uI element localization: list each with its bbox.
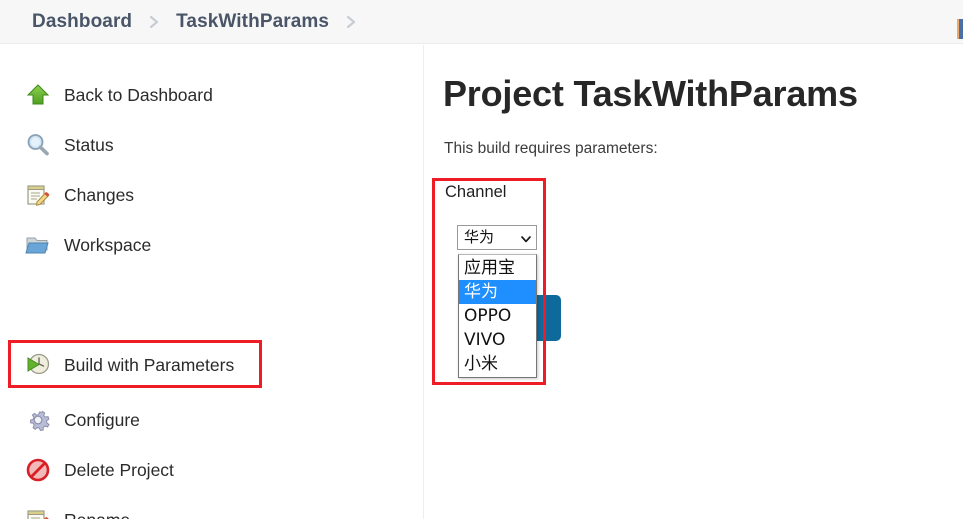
sidebar-item-label: Delete Project: [64, 459, 174, 480]
sidebar-item-label: Rename: [64, 510, 130, 519]
chevron-right-icon-2: [331, 16, 371, 28]
magnifier-icon: [22, 129, 54, 161]
sidebar-item-label: Build with Parameters: [64, 354, 235, 375]
sidebar-item-back-to-dashboard[interactable]: Back to Dashboard: [0, 75, 213, 115]
jenkins-project-page: Dashboard TaskWithParams Back to Dashboa…: [0, 0, 963, 519]
channel-select-value: 华为: [464, 228, 495, 246]
sidebar-item-status[interactable]: Status: [0, 125, 114, 165]
main-content: Project TaskWithParams This build requir…: [425, 45, 963, 519]
sidebar-item-workspace[interactable]: Workspace: [0, 225, 151, 265]
sidebar-item-build-with-parameters[interactable]: Build with Parameters: [0, 345, 234, 385]
sidebar-item-configure[interactable]: Configure: [0, 400, 140, 440]
parameter-label: Channel: [445, 183, 507, 201]
sidebar-item-changes[interactable]: Changes: [0, 175, 134, 215]
page-title: Project TaskWithParams: [443, 73, 858, 114]
page-subtitle: This build requires parameters:: [444, 140, 658, 157]
sidebar-item-label: Workspace: [64, 234, 152, 255]
sidebar: Back to Dashboard Status Changes Workspa…: [0, 45, 424, 519]
up-arrow-icon: [22, 79, 54, 111]
notepad-pencil-icon: [22, 504, 54, 519]
no-entry-icon: [22, 454, 54, 486]
header-edge-marker: [957, 19, 963, 39]
chevron-right-icon: [134, 16, 174, 28]
sidebar-item-label: Changes: [64, 184, 135, 205]
sidebar-item-label: Back to Dashboard: [64, 84, 213, 105]
breadcrumb-item-task[interactable]: TaskWithParams: [174, 11, 331, 33]
clock-play-icon: [22, 349, 54, 381]
gear-icon: [22, 404, 54, 436]
channel-option-list[interactable]: 应用宝 华为 OPPO VIVO 小米: [458, 254, 537, 378]
header-bar: Dashboard TaskWithParams: [0, 0, 963, 44]
chevron-down-icon: [520, 232, 532, 244]
breadcrumb: Dashboard TaskWithParams: [30, 0, 371, 44]
sidebar-item-label: Status: [64, 134, 114, 155]
channel-option[interactable]: OPPO: [459, 304, 536, 328]
channel-option[interactable]: VIVO: [459, 328, 536, 352]
channel-select[interactable]: 华为: [457, 225, 537, 250]
channel-option[interactable]: 应用宝: [459, 256, 536, 280]
sidebar-item-label: Configure: [64, 409, 140, 430]
notepad-pencil-icon: [22, 179, 54, 211]
folder-icon: [22, 229, 54, 261]
parameter-channel-block: Channel 华为 应用宝 华为 OPPO VIVO 小米: [437, 183, 537, 378]
breadcrumb-item-dashboard[interactable]: Dashboard: [30, 11, 134, 33]
channel-option[interactable]: 小米: [459, 352, 536, 376]
channel-option-selected[interactable]: 华为: [459, 280, 536, 304]
sidebar-item-delete-project[interactable]: Delete Project: [0, 450, 174, 490]
sidebar-item-rename[interactable]: Rename: [0, 500, 130, 519]
